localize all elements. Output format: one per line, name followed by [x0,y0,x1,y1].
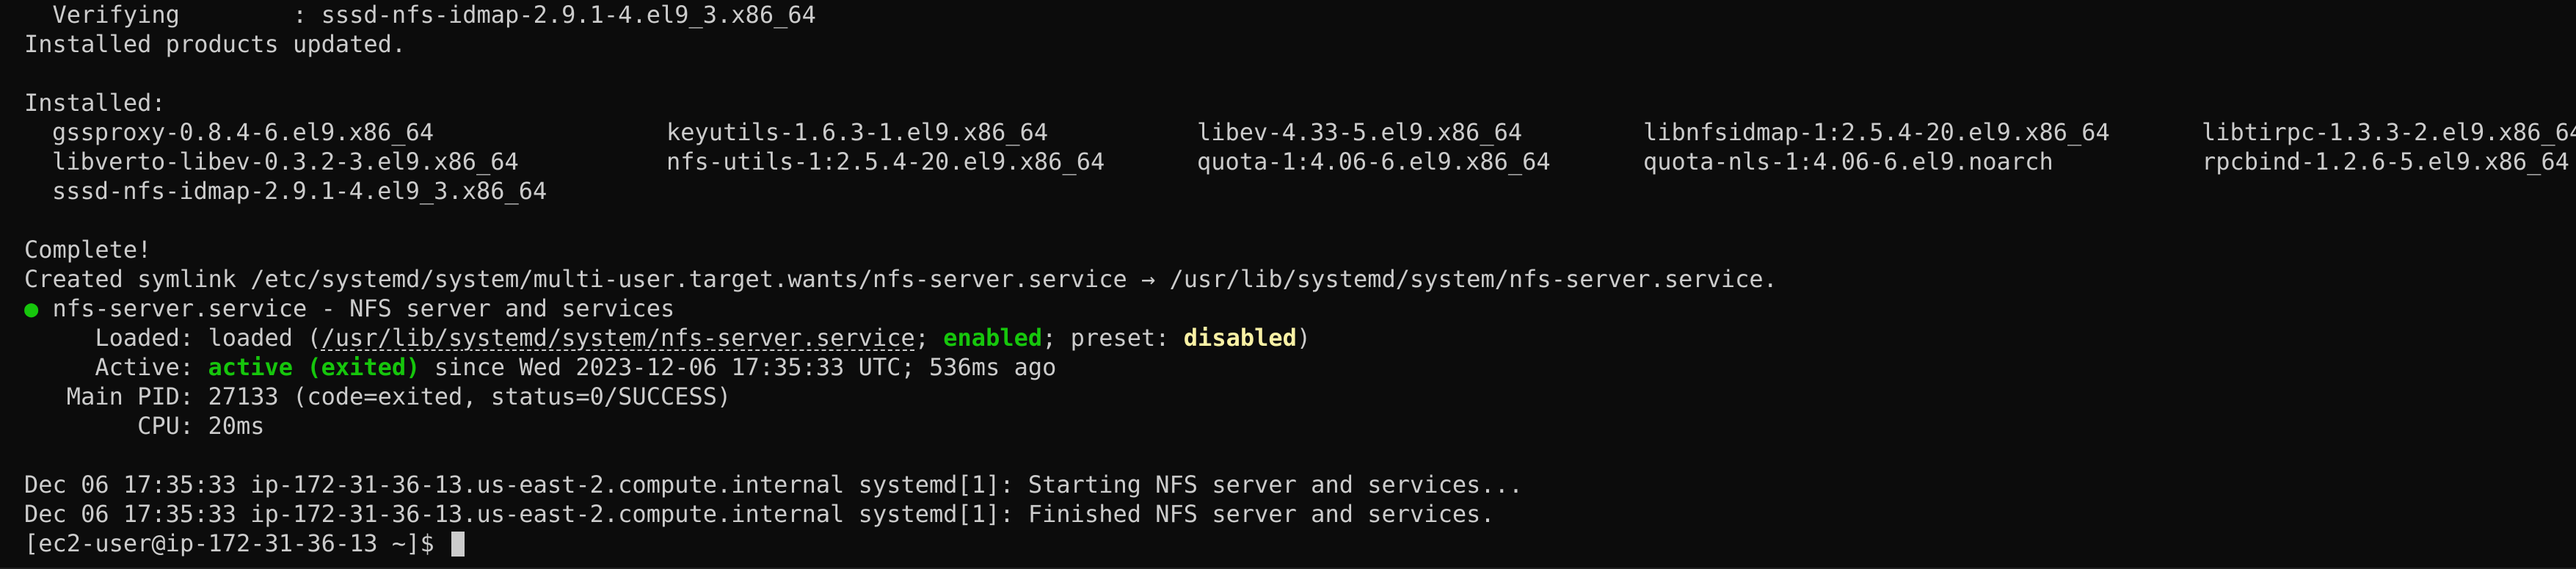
unit-file-link[interactable]: /usr/lib/systemd/system/nfs-server.servi… [321,324,915,352]
package-name: rpcbind-1.2.6-5.el9.x86_64 [2202,148,2569,175]
output-line-symlink: Created symlink /etc/systemd/system/mult… [24,265,1778,293]
loaded-label: Loaded: [24,324,208,352]
service-main-pid-line: Main PID: 27133 (code=exited, status=0/S… [24,383,732,410]
service-cpu-line: CPU: 20ms [24,412,265,440]
log-line: Dec 06 17:35:33 ip-172-31-36-13.us-east-… [24,500,1495,528]
terminal-window[interactable]: Verifying : sssd-nfs-idmap-2.9.1-4.el9_3… [0,0,2576,569]
package-name: libnfsidmap-1:2.5.4-20.el9.x86_64 [1643,118,2110,146]
loaded-separator: ; [914,324,944,352]
package-row: libverto-libev-0.3.2-3.el9.x86_64 nfs-ut… [24,147,2576,176]
service-status-title: ● nfs-server.service - NFS server and se… [24,294,2576,323]
shell-prompt: [ec2-user@ip-172-31-36-13 ~]$ [24,529,448,557]
package-name: libev-4.33-5.el9.x86_64 [1197,118,1523,146]
loaded-value: loaded ( [208,324,321,352]
text-cursor[interactable] [451,532,465,557]
package-name: libtirpc-1.3.3-2.el9.x86_64 [2202,118,2576,146]
package-name: quota-nls-1:4.06-6.el9.noarch [1643,148,2053,175]
package-name: libverto-libev-0.3.2-3.el9.x86_64 [52,148,519,175]
service-active-line: Active: active (exited) since Wed 2023-1… [24,352,2576,382]
service-loaded-line: Loaded: loaded (/usr/lib/systemd/system/… [24,323,2576,352]
package-name: gssproxy-0.8.4-6.el9.x86_64 [52,118,434,146]
enabled-badge: enabled [943,324,1043,352]
package-name: sssd-nfs-idmap-2.9.1-4.el9_3.x86_64 [52,177,547,205]
installed-header: Installed: [24,89,166,117]
active-since: since Wed 2023-12-06 17:35:33 UTC; 536ms… [420,353,1057,381]
loaded-close: ) [1296,324,1311,352]
package-name: keyutils-1.6.3-1.el9.x86_64 [666,118,1049,146]
status-dot-icon: ● [24,294,39,322]
package-row: gssproxy-0.8.4-6.el9.x86_64 keyutils-1.6… [24,117,2576,147]
output-line-complete: Complete! [24,236,152,264]
active-status-badge: active (exited) [208,353,421,381]
preset-label: ; preset: [1042,324,1184,352]
package-row: sssd-nfs-idmap-2.9.1-4.el9_3.x86_64 [24,176,2576,206]
preset-badge: disabled [1183,324,1297,352]
package-name: nfs-utils-1:2.5.4-20.el9.x86_64 [666,148,1105,175]
output-line-verifying: Verifying : sssd-nfs-idmap-2.9.1-4.el9_3… [24,1,816,29]
output-line-products-updated: Installed products updated. [24,30,407,58]
service-title: nfs-server.service - NFS server and serv… [38,294,675,322]
log-line: Dec 06 17:35:33 ip-172-31-36-13.us-east-… [24,471,1524,499]
active-label: Active: [24,353,208,381]
package-name: quota-1:4.06-6.el9.x86_64 [1197,148,1551,175]
shell-prompt-line[interactable]: [ec2-user@ip-172-31-36-13 ~]$ [24,529,2576,558]
